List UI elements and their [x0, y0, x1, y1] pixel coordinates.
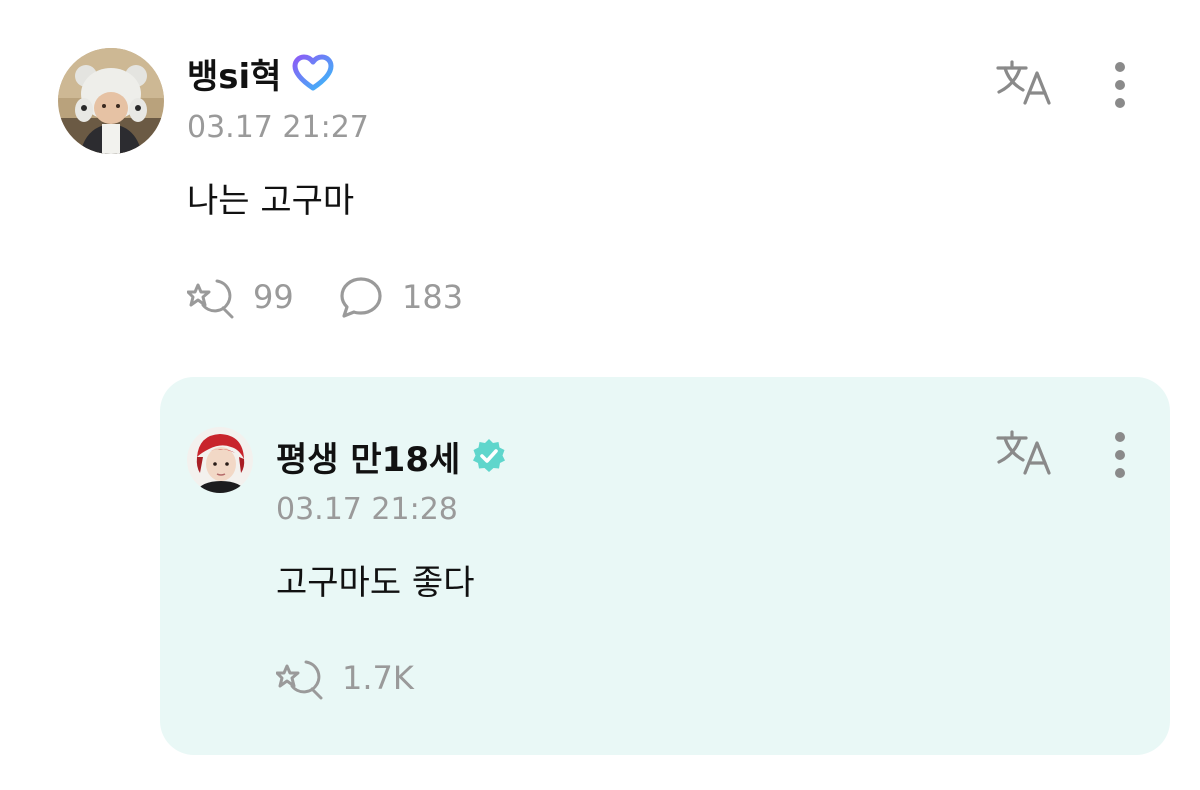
post-text: 나는 고구마 [187, 181, 355, 221]
reply-timestamp: 03.17 21:28 [276, 492, 458, 527]
more-vertical-icon [1110, 60, 1130, 110]
translate-icon [995, 58, 1053, 106]
comment-bubble-icon [338, 275, 384, 319]
cheer-icon [187, 275, 235, 319]
reply-author-name[interactable]: 평생 만18세 [276, 432, 460, 481]
more-vertical-icon [1110, 430, 1130, 480]
reply-reaction-stat[interactable]: 1.7K [276, 655, 414, 701]
post-author-name-row[interactable]: 뱅si혁 [187, 49, 335, 98]
reply-translate-button[interactable] [995, 428, 1053, 476]
reply-reaction-count: 1.7K [342, 659, 414, 697]
reply-author-name-row[interactable]: 평생 만18세 [276, 432, 508, 481]
reply-more-button[interactable] [1110, 430, 1130, 480]
post-author-avatar[interactable] [58, 48, 164, 154]
translate-icon [995, 428, 1053, 476]
post-reaction-count: 99 [253, 278, 294, 316]
post-more-button[interactable] [1110, 60, 1130, 110]
post-translate-button[interactable] [995, 58, 1053, 106]
heart-badge-icon [291, 53, 335, 93]
cheer-icon [276, 656, 324, 700]
verified-badge-icon [470, 437, 508, 475]
post-author-name[interactable]: 뱅si혁 [187, 49, 281, 98]
post-comment-stat[interactable]: 183 [338, 274, 463, 320]
post-timestamp: 03.17 21:27 [187, 110, 369, 145]
reply-author-avatar[interactable] [187, 427, 253, 493]
post-reaction-stat[interactable]: 99 [187, 274, 294, 320]
post-comment-count: 183 [402, 278, 464, 316]
reply-text: 고구마도 좋다 [276, 563, 475, 603]
post-thread: 뱅si혁 03.17 21:27 나는 고구마 99 183 평생 만18세 0… [0, 0, 1200, 790]
